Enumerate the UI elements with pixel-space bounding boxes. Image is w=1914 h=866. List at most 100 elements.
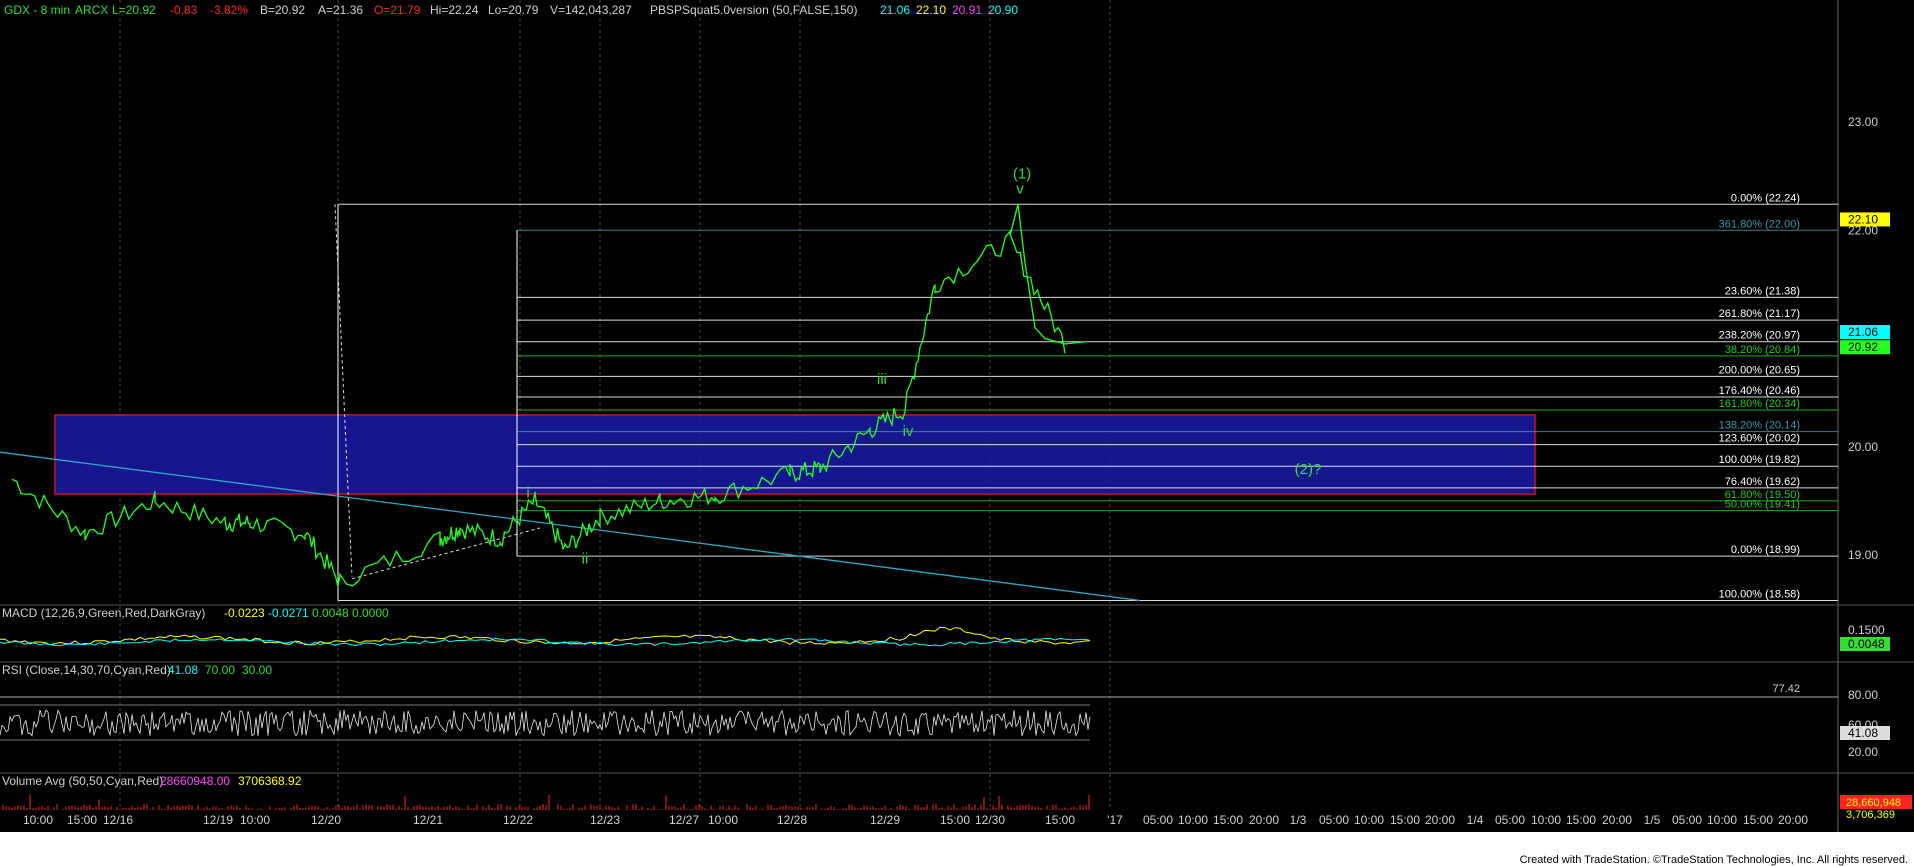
macd-signal (0, 637, 1091, 647)
price-spike (1009, 204, 1086, 345)
wave-label-5: iv (903, 423, 914, 440)
header-field-4: -3.82% (210, 3, 248, 17)
time-axis-label-13: 15:00 (940, 813, 970, 827)
support-zone-box (54, 414, 1536, 495)
rsi-v1: 41.08 (168, 663, 198, 677)
rsi-line (0, 709, 1091, 737)
macd-v3: 0.0048 (312, 606, 349, 620)
macd-label: MACD (12,26,9,Green,Red,DarkGray) (2, 606, 205, 620)
header-field-6: A=21.36 (318, 3, 363, 17)
time-axis-label-31: 1/5 (1644, 813, 1661, 827)
header-field-2: L=20.92 (112, 3, 156, 17)
header-field-0: GDX - 8 min (4, 3, 70, 17)
rsi-v3: 30.00 (242, 663, 272, 677)
time-axis-label-32: 05:00 (1672, 813, 1702, 827)
wave-label-3: ii (582, 551, 589, 568)
chart-canvas: 0.00% (22.24) 361.80% (22.00) 23.60% (21.3… (0, 0, 1914, 846)
time-axis-label-14: 12/30 (975, 813, 1005, 827)
time-axis-label-33: 10:00 (1707, 813, 1737, 827)
time-axis-label-35: 20:00 (1778, 813, 1808, 827)
header-field-3: -0.83 (170, 3, 198, 17)
time-axis-label-18: 10:00 (1178, 813, 1208, 827)
fib-label-9: 138.20% (20.14) (1719, 420, 1800, 432)
fib-label-11: 100.00% (19.82) (1719, 454, 1800, 466)
price-axis-label-0: 23.00 (1848, 115, 1878, 129)
header-field-10: V=142,043,287 (550, 3, 632, 17)
volume-axis-1: 3,706,369 (1846, 809, 1895, 821)
time-axis-label-25: 20:00 (1425, 813, 1455, 827)
fib-label-12: 76.40% (19.62) (1725, 476, 1800, 488)
macd-v1: -0.0223 (224, 606, 265, 620)
header-field-8: Hi=22.24 (430, 3, 479, 17)
header-field-12: 21.06 (880, 3, 910, 17)
wave-label-6: (2)? (1295, 461, 1322, 478)
time-axis-label-12: 12/29 (870, 813, 900, 827)
time-axis-label-21: 1/3 (1290, 813, 1307, 827)
time-axis-label-3: 12/19 (203, 813, 233, 827)
fib-label-10: 123.60% (20.02) (1719, 433, 1800, 445)
time-axis-label-24: 15:00 (1390, 813, 1420, 827)
fib-label-7: 176.40% (20.46) (1719, 385, 1800, 397)
fib-label-0: 0.00% (22.24) (1731, 192, 1800, 204)
macd-axis-0: 0.1500 (1848, 623, 1885, 637)
time-axis-label-9: 12/27 (669, 813, 699, 827)
time-axis-label-23: 10:00 (1354, 813, 1384, 827)
time-axis-label-29: 15:00 (1566, 813, 1596, 827)
fib-label-14: 50.00% (19.41) (1725, 499, 1800, 511)
volume-axis-0: 28,660,948 (1846, 797, 1901, 809)
time-axis-label-6: 12/21 (413, 813, 443, 827)
time-axis-label-30: 20:00 (1602, 813, 1632, 827)
price-axis-label-2: 20.00 (1848, 440, 1878, 454)
fib-label-15: 0.00% (18.99) (1731, 544, 1800, 556)
fib-label-4: 238.20% (20.97) (1719, 330, 1800, 342)
volume-label: Volume Avg (50,50,Cyan,Red) (2, 774, 163, 788)
header-field-14: 20.91 (952, 3, 982, 17)
rsi-axis-3: 20.00 (1848, 745, 1878, 759)
fib-label-6: 200.00% (20.65) (1719, 364, 1800, 376)
time-axis-label-15: 15:00 (1045, 813, 1075, 827)
time-axis-label-8: 12/23 (590, 813, 620, 827)
fib-label-16: 100.00% (18.58) (1719, 588, 1800, 600)
wave-label-2: i (526, 485, 529, 502)
dotted-connector-2 (351, 527, 541, 580)
price-tag-0: 22.10 (1848, 212, 1878, 226)
macd-v4: 0.0000 (352, 606, 389, 620)
rsi-label: RSI (Close,14,30,70,Cyan,Red) (2, 663, 171, 677)
time-axis-label-2: 12/16 (103, 813, 133, 827)
volume-v2: 3706368.92 (238, 774, 302, 788)
time-axis-label-17: 05:00 (1143, 813, 1173, 827)
time-axis-label-7: 12/22 (503, 813, 533, 827)
rsi-axis-2: 41.08 (1848, 726, 1878, 740)
header-field-13: 22.10 (916, 3, 946, 17)
time-axis-label-11: 12/28 (777, 813, 807, 827)
time-axis-label-26: 1/4 (1467, 813, 1484, 827)
wave-label-4: iii (877, 371, 887, 388)
fib-label-8: 161.80% (20.34) (1719, 398, 1800, 410)
price-line (11, 229, 1066, 587)
time-axis-label-28: 10:00 (1531, 813, 1561, 827)
rsi-marker: 77.42 (1772, 683, 1800, 695)
fib-label-3: 261.80% (21.17) (1719, 308, 1800, 320)
time-axis-label-34: 15:00 (1743, 813, 1773, 827)
header-field-1: ARCX (75, 3, 108, 17)
time-axis-label-19: 15:00 (1213, 813, 1243, 827)
time-axis-label-4: 10:00 (240, 813, 270, 827)
header-field-7: O=21.79 (374, 3, 421, 17)
fib-label-2: 23.60% (21.38) (1725, 285, 1800, 297)
header-field-5: B=20.92 (260, 3, 305, 17)
rsi-v2: 70.00 (205, 663, 235, 677)
time-axis-label-20: 20:00 (1249, 813, 1279, 827)
time-axis-label-27: 05:00 (1495, 813, 1525, 827)
fib-label-5: 38.20% (20.84) (1725, 344, 1800, 356)
price-axis-label-3: 19.00 (1848, 548, 1878, 562)
wave-label-1: v (1016, 180, 1024, 197)
fib-label-1: 361.80% (22.00) (1719, 218, 1800, 230)
rsi-axis-0: 80.00 (1848, 688, 1878, 702)
time-axis-label-0: 10:00 (23, 813, 53, 827)
time-axis-label-16: '17 (1107, 813, 1123, 827)
header-field-9: Lo=20.79 (488, 3, 539, 17)
macd-line (0, 626, 1091, 646)
price-tag-1: 21.06 (1848, 325, 1878, 339)
time-axis-label-22: 05:00 (1319, 813, 1349, 827)
macd-axis-1: 0.0048 (1848, 637, 1885, 651)
